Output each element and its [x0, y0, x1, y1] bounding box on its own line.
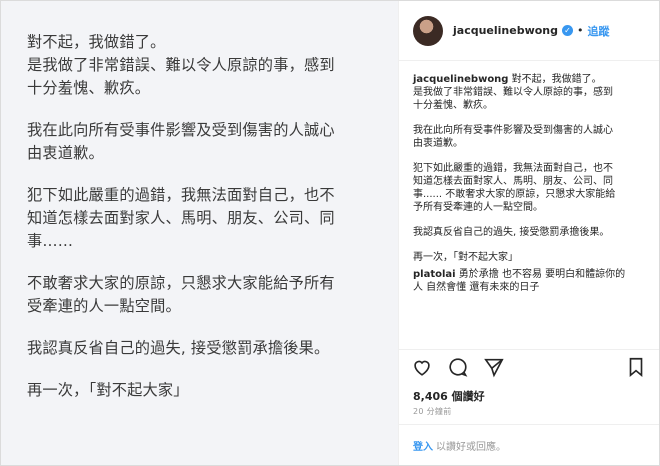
caption-paragraph: 我認真反省自己的過失, 接受懲罰承擔後果。 — [413, 227, 610, 238]
header-username[interactable]: jacquelinebwong — [453, 24, 558, 37]
post-header: jacquelinebwong ✓ • 追蹤 — [399, 1, 659, 61]
follow-button[interactable]: 追蹤 — [588, 23, 610, 39]
post-container: 對不起，我做錯了。 是我做了非常錯誤、難以令人原諒的事，感到 十分羞愧、歉疚。 … — [0, 0, 660, 466]
login-text: 以讚好或回應。 — [436, 441, 506, 453]
caption-paragraph: 我在此向所有受事件影響及受到傷害的人誠心 由衷道歉。 — [413, 125, 613, 149]
image-text-paragraph: 犯下如此嚴重的過錯，我無法面對自己，也不 知道怎樣去面對家人、馬明、朋友、公司、… — [27, 186, 335, 250]
image-text-paragraph: 我認真反省自己的過失, 接受懲罰承擔後果。 — [27, 339, 330, 357]
like-count[interactable]: 8,406 個讚好 — [399, 388, 659, 404]
share-icon[interactable] — [483, 356, 505, 382]
comment-username[interactable]: platolai — [413, 269, 456, 280]
separator-dot: • — [577, 24, 584, 37]
image-text-paragraph: 我在此向所有受事件影響及受到傷害的人誠心 由衷道歉。 — [27, 121, 335, 162]
image-text-paragraph: 再一次，「對不起大家」 — [27, 381, 189, 399]
login-link[interactable]: 登入 — [413, 438, 433, 453]
caption-paragraph: 犯下如此嚴重的過錯，我無法面對自己，也不 知道怎樣去面對家人、馬明、朋友、公司、… — [413, 163, 616, 213]
image-text-paragraph: 對不起，我做錯了。 是我做了非常錯誤、難以令人原諒的事，感到 十分羞愧、歉疚。 — [27, 33, 335, 97]
heart-icon[interactable] — [411, 356, 433, 382]
verified-icon: ✓ — [562, 25, 574, 36]
image-text-paragraph: 不敢奢求大家的原諒，只懇求大家能給予所有 受牽連的人一點空間。 — [27, 274, 335, 315]
comments-section[interactable]: jacquelinebwong 對不起，我做錯了。 是我做了非常錯誤、難以令人原… — [399, 61, 659, 349]
bookmark-icon[interactable] — [625, 356, 647, 382]
caption-username[interactable]: jacquelinebwong — [413, 74, 508, 85]
caption-paragraph: 再一次，「對不起大家」 — [413, 252, 518, 263]
post-sidebar: jacquelinebwong ✓ • 追蹤 jacquelinebwong 對… — [399, 1, 659, 465]
post-timestamp: 20 分鐘前 — [413, 407, 452, 416]
comment-item: platolai 勇於承擔 也不容易 要明白和體諒你的 人 自然會懂 還有未來的… — [413, 268, 645, 294]
post-image[interactable]: 對不起，我做錯了。 是我做了非常錯誤、難以令人原諒的事，感到 十分羞愧、歉疚。 … — [1, 1, 399, 465]
avatar[interactable] — [413, 15, 443, 46]
login-prompt: 登入 以讚好或回應。 — [399, 424, 659, 465]
caption-first: jacquelinebwong 對不起，我做錯了。 是我做了非常錯誤、難以令人原… — [413, 73, 645, 112]
comment-icon[interactable] — [447, 356, 469, 382]
action-bar — [399, 349, 659, 388]
